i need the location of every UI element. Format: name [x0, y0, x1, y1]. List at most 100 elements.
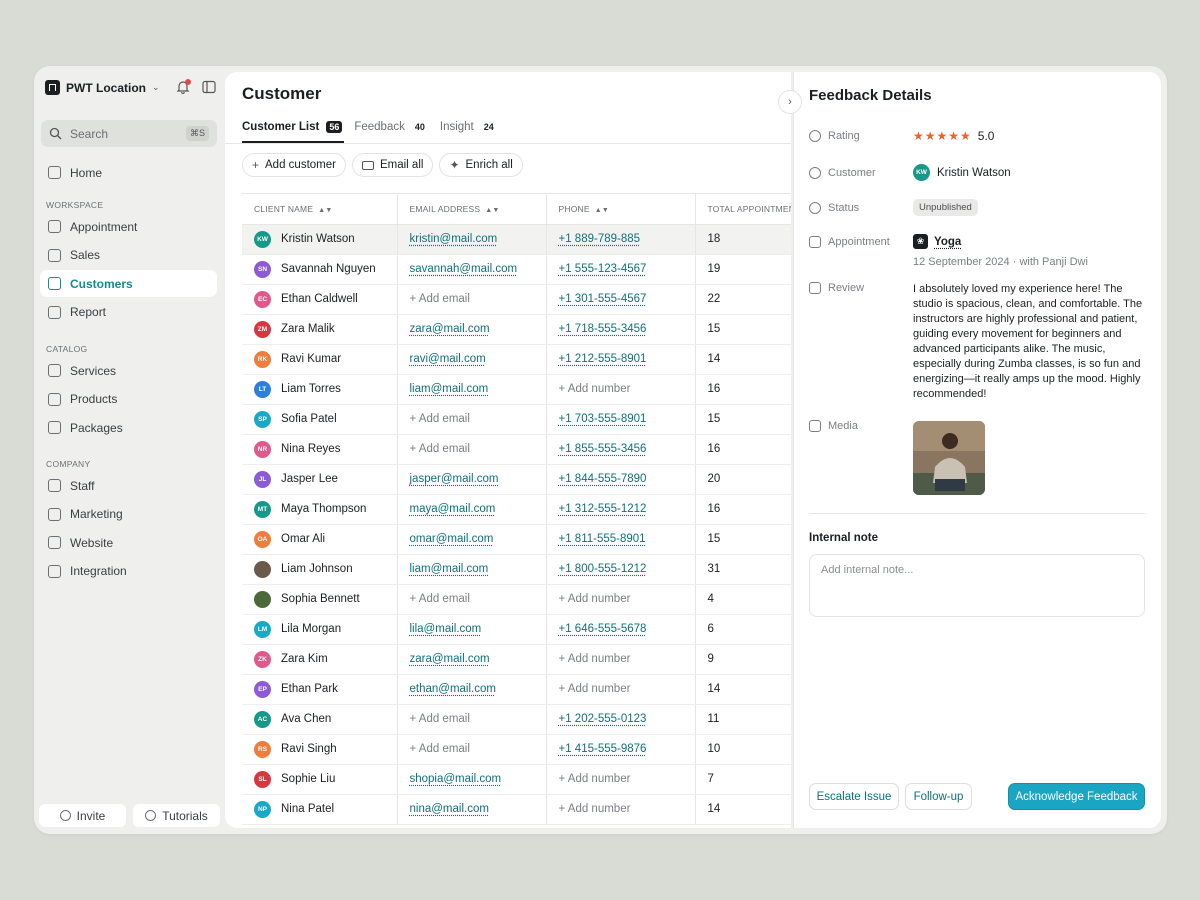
phone-cell[interactable]: +1 703-555-8901 [546, 404, 696, 435]
phone-link[interactable]: +1 703-555-8901 [559, 413, 647, 425]
phone-link[interactable]: +1 646-555-5678 [559, 623, 647, 635]
enrich-all-button[interactable]: ✦ Enrich all [439, 153, 523, 177]
add-email-link[interactable]: + Add email [410, 713, 470, 725]
sidebar-item-appointment[interactable]: Appointment [40, 213, 217, 240]
email-cell[interactable]: jasper@mail.com [397, 464, 547, 495]
table-row[interactable]: Sophia Bennett + Add email + Add number 4 [242, 584, 791, 615]
email-cell[interactable]: + Add email [397, 734, 547, 765]
add-email-link[interactable]: + Add email [410, 413, 470, 425]
media-thumbnail[interactable] [913, 421, 985, 495]
email-link[interactable]: nina@mail.com [410, 803, 489, 815]
add-number-link[interactable]: + Add number [559, 593, 631, 605]
tutorials-button[interactable]: Tutorials [133, 804, 220, 827]
add-email-link[interactable]: + Add email [410, 443, 470, 455]
sidebar-item-customers[interactable]: Customers [40, 270, 217, 297]
sidebar-item-services[interactable]: Services [40, 357, 217, 384]
email-link[interactable]: shopia@mail.com [410, 773, 502, 785]
table-row[interactable]: EP Ethan Park ethan@mail.com + Add number 14 [242, 674, 791, 705]
table-row[interactable]: SL Sophie Liu shopia@mail.com + Add number 7 [242, 764, 791, 795]
table-row[interactable]: AC Ava Chen + Add email +1 202-555-0123 11 [242, 704, 791, 735]
table-row[interactable]: ZK Zara Kim zara@mail.com + Add number 9 [242, 644, 791, 675]
customer-chip[interactable]: KW Kristin Watson [913, 164, 1011, 181]
sidebar-item-staff[interactable]: Staff [40, 472, 217, 499]
column-header-phone[interactable]: PHONE ▲▼ [546, 194, 696, 225]
phone-cell[interactable]: +1 301-555-4567 [546, 284, 696, 315]
sidebar-item-sales[interactable]: Sales [40, 242, 217, 269]
email-cell[interactable]: + Add email [397, 284, 547, 315]
sidebar-item-integration[interactable]: Integration [40, 558, 217, 585]
email-link[interactable]: zara@mail.com [410, 653, 490, 665]
add-number-link[interactable]: + Add number [559, 773, 631, 785]
location-switcher[interactable]: PWT Location ⌄ [45, 80, 160, 95]
email-cell[interactable]: ethan@mail.com [397, 674, 547, 705]
table-row[interactable]: EC Ethan Caldwell + Add email +1 301-555-45… [242, 284, 791, 315]
sidebar-item-packages[interactable]: Packages [40, 414, 217, 441]
tab-customer-list[interactable]: Customer List 56 [242, 117, 345, 143]
phone-link[interactable]: +1 312-555-1212 [559, 503, 647, 515]
phone-link[interactable]: +1 800-555-1212 [559, 563, 647, 575]
notification-bell-icon[interactable] [176, 79, 191, 94]
add-email-link[interactable]: + Add email [410, 743, 470, 755]
add-number-link[interactable]: + Add number [559, 653, 631, 665]
table-row[interactable]: LT Liam Torres liam@mail.com + Add number 16 [242, 374, 791, 405]
sidebar-item-report[interactable]: Report [40, 299, 217, 326]
table-row[interactable]: SN Savannah Nguyen savannah@mail.com +1 555… [242, 254, 791, 285]
email-link[interactable]: kristin@mail.com [410, 233, 498, 245]
table-row[interactable]: Liam Johnson liam@mail.com +1 800-555-1212… [242, 554, 791, 585]
phone-link[interactable]: +1 889-789-885 [559, 233, 641, 245]
email-link[interactable]: zara@mail.com [410, 323, 490, 335]
email-all-button[interactable]: Email all [351, 153, 434, 177]
phone-cell[interactable]: +1 202-555-0123 [546, 704, 696, 735]
email-cell[interactable]: liam@mail.com [397, 374, 547, 405]
phone-link[interactable]: +1 301-555-4567 [559, 293, 647, 305]
phone-link[interactable]: +1 555-123-4567 [559, 263, 647, 275]
phone-cell[interactable]: + Add number [546, 674, 696, 705]
table-row[interactable]: RS Ravi Singh + Add email +1 415-555-9876 10 [242, 734, 791, 765]
table-row[interactable]: SP Sofia Patel + Add email +1 703-555-8901 1… [242, 404, 791, 435]
phone-cell[interactable]: +1 646-555-5678 [546, 614, 696, 645]
tab-insight[interactable]: Insight 24 [440, 117, 497, 137]
sidebar-item-website[interactable]: Website [40, 529, 217, 556]
phone-link[interactable]: +1 855-555-3456 [559, 443, 647, 455]
add-customer-button[interactable]: + Add customer [242, 153, 346, 177]
phone-link[interactable]: +1 718-555-3456 [559, 323, 647, 335]
acknowledge-feedback-button[interactable]: Acknowledge Feedback [1008, 783, 1145, 810]
email-cell[interactable]: lila@mail.com [397, 614, 547, 645]
phone-link[interactable]: +1 811-555-8901 [559, 533, 646, 545]
email-link[interactable]: ravi@mail.com [410, 353, 486, 365]
email-cell[interactable]: shopia@mail.com [397, 764, 547, 795]
email-cell[interactable]: + Add email [397, 404, 547, 435]
add-number-link[interactable]: + Add number [559, 383, 631, 395]
phone-cell[interactable]: +1 811-555-8901 [546, 524, 696, 555]
table-row[interactable]: ZM Zara Malik zara@mail.com +1 718-555-3456… [242, 314, 791, 345]
phone-cell[interactable]: +1 889-789-885 [546, 224, 696, 255]
phone-cell[interactable]: + Add number [546, 764, 696, 795]
phone-cell[interactable]: +1 855-555-3456 [546, 434, 696, 465]
phone-cell[interactable]: +1 800-555-1212 [546, 554, 696, 585]
table-row[interactable]: RK Ravi Kumar ravi@mail.com +1 212-555-8901… [242, 344, 791, 375]
column-header-total-appointments[interactable]: TOTAL APPOINTMENTS [695, 194, 791, 225]
table-row[interactable]: NR Nina Reyes + Add email +1 855-555-3456 16 [242, 434, 791, 465]
phone-cell[interactable]: +1 718-555-3456 [546, 314, 696, 345]
appointment-link[interactable]: Yoga [934, 236, 961, 248]
internal-note-input[interactable]: Add internal note... [809, 554, 1145, 617]
email-cell[interactable]: + Add email [397, 704, 547, 735]
email-cell[interactable]: maya@mail.com [397, 494, 547, 525]
email-cell[interactable]: zara@mail.com [397, 314, 547, 345]
email-link[interactable]: jasper@mail.com [410, 473, 499, 485]
column-header-client-name[interactable]: CLIENT NAME ▲▼ [242, 194, 398, 225]
email-link[interactable]: liam@mail.com [410, 563, 489, 575]
sidebar-item-products[interactable]: Products [40, 386, 217, 413]
email-link[interactable]: ethan@mail.com [410, 683, 496, 695]
table-row[interactable]: KW Kristin Watson kristin@mail.com +1 889-7… [242, 224, 791, 255]
search-bar[interactable]: Search ⌘S [41, 120, 217, 147]
email-cell[interactable]: zara@mail.com [397, 644, 547, 675]
table-row[interactable]: LM Lila Morgan lila@mail.com +1 646-555-567… [242, 614, 791, 645]
phone-cell[interactable]: +1 415-555-9876 [546, 734, 696, 765]
email-cell[interactable]: liam@mail.com [397, 554, 547, 585]
email-link[interactable]: maya@mail.com [410, 503, 496, 515]
email-cell[interactable]: kristin@mail.com [397, 224, 547, 255]
add-number-link[interactable]: + Add number [559, 683, 631, 695]
tab-feedback[interactable]: Feedback 40 [354, 117, 428, 137]
phone-cell[interactable]: + Add number [546, 584, 696, 615]
